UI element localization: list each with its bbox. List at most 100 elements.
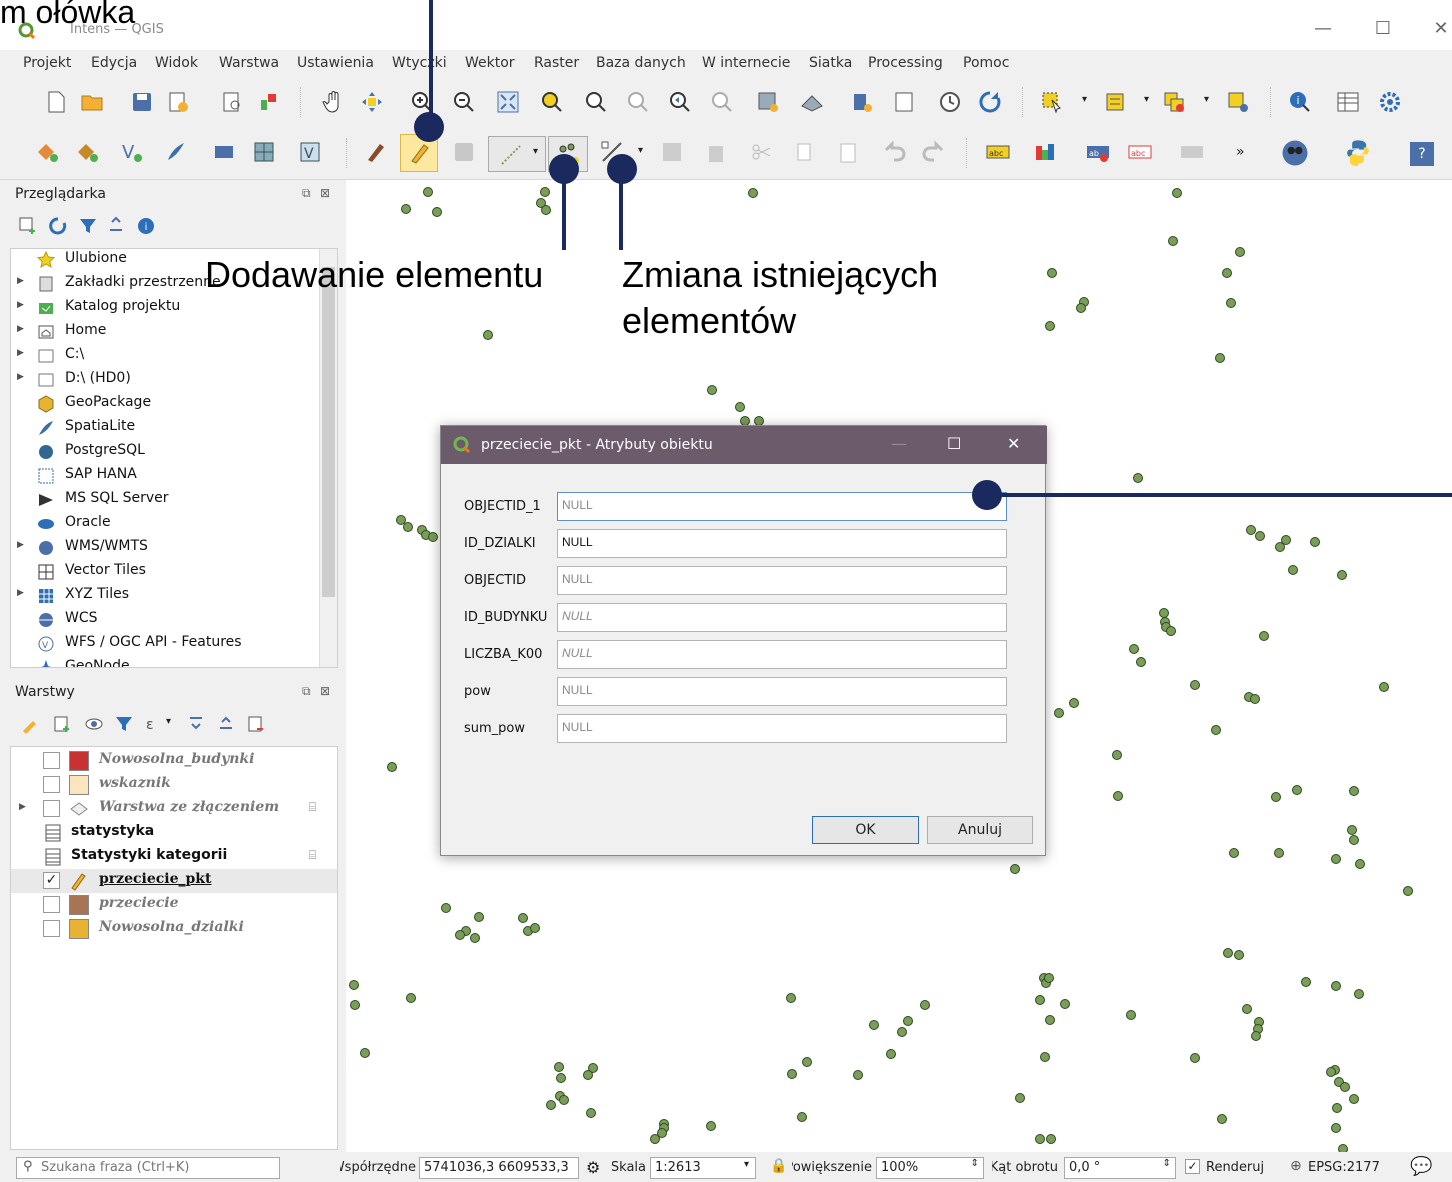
properties-info-icon[interactable]: i [136, 216, 156, 236]
save-project-icon[interactable] [130, 90, 154, 114]
rotation-spinbox[interactable]: 0,0 ° ⇕ [1064, 1157, 1176, 1179]
modify-attributes-icon[interactable] [660, 140, 684, 164]
browser-item[interactable]: GeoNode [11, 656, 319, 667]
help-icon[interactable]: ? [1410, 142, 1434, 166]
add-selected-layers-icon[interactable] [18, 216, 38, 236]
extents-toggle-icon[interactable]: ⚙ [586, 1158, 600, 1177]
menu-widok[interactable]: Widok [155, 55, 198, 71]
new-project-icon[interactable] [44, 90, 68, 114]
layer-item[interactable]: ▶ Warstwa ze złączeniem ⌸ [11, 797, 337, 821]
crs-globe-icon[interactable]: ⊕ [1290, 1158, 1302, 1174]
new-virtual-layer-icon[interactable]: V [298, 140, 322, 164]
select-location-icon[interactable] [1226, 90, 1250, 114]
diagram-icon[interactable] [1032, 140, 1056, 164]
layer-visibility-checkbox[interactable] [43, 920, 60, 937]
layer-item[interactable]: ✓ przeciecie_pkt [11, 869, 337, 893]
filter-expression-dropdown-icon[interactable]: ▾ [166, 716, 171, 727]
browser-item[interactable]: MS SQL Server [11, 488, 319, 512]
select-value-dropdown-icon[interactable]: ▾ [1144, 94, 1149, 105]
menu-raster[interactable]: Raster [534, 55, 579, 71]
maximize-button[interactable]: ☐ [1370, 18, 1396, 40]
filter-expression-icon[interactable]: ε [144, 714, 164, 734]
add-geopackage-layer-icon[interactable] [76, 140, 100, 164]
menu-siatka[interactable]: Siatka [809, 55, 852, 71]
refresh-icon[interactable] [978, 90, 1002, 114]
add-layer-icon[interactable] [36, 140, 60, 164]
panel-close-icon[interactable]: ⊠ [320, 186, 330, 200]
menu-processing[interactable]: Processing [868, 55, 943, 71]
embedded-layer-icon[interactable]: ⌸ [309, 848, 316, 863]
crs-label[interactable]: EPSG:2177 [1308, 1160, 1380, 1175]
vertex-dropdown-icon[interactable]: ▾ [638, 145, 643, 156]
attribute-field-input[interactable]: NULL [557, 566, 1007, 595]
select-features-icon[interactable] [1040, 90, 1064, 114]
layers-float-icon[interactable]: ⧉ [302, 684, 311, 699]
expand-all-icon[interactable] [186, 714, 206, 734]
browser-item[interactable]: PostgreSQL [11, 440, 319, 464]
remove-layer-icon[interactable] [246, 714, 266, 734]
layer-item[interactable]: wskaznik [11, 773, 337, 797]
browser-item[interactable]: ▶ Katalog projektu [11, 296, 319, 320]
menu-wektor[interactable]: Wektor [465, 55, 515, 71]
delete-selected-icon[interactable] [704, 140, 728, 164]
layers-close-icon[interactable]: ⊠ [320, 684, 330, 698]
zoom-last-icon[interactable] [668, 90, 692, 114]
browser-item[interactable]: SAP HANA [11, 464, 319, 488]
paste-features-icon[interactable] [836, 140, 860, 164]
pan-hand-icon[interactable] [322, 90, 346, 114]
label-toolbar-icon[interactable]: abc [986, 140, 1010, 164]
browser-item[interactable]: SpatiaLite [11, 416, 319, 440]
current-edits-icon[interactable] [364, 140, 388, 164]
zoom-next-icon[interactable] [710, 90, 734, 114]
zoom-native-icon[interactable] [626, 90, 650, 114]
locator-search-input[interactable]: ⚲ Szukana fraza (Ctrl+K) [16, 1157, 280, 1179]
attribute-field-input[interactable]: NULL [557, 529, 1007, 558]
expand-arrow-icon[interactable]: ▶ [17, 348, 24, 358]
attribute-field-input[interactable]: NULL [557, 603, 1007, 632]
python-console-icon[interactable] [1344, 138, 1372, 166]
layer-visibility-checkbox[interactable] [43, 752, 60, 769]
collapse-all-icon[interactable] [106, 216, 126, 236]
browser-item[interactable]: GeoPackage [11, 392, 319, 416]
browser-item[interactable]: ▶ XYZ Tiles [11, 584, 319, 608]
menu-edycja[interactable]: Edycja [91, 55, 137, 71]
browser-item[interactable]: Vector Tiles [11, 560, 319, 584]
new-3d-view-icon[interactable] [800, 90, 824, 114]
pan-to-selection-icon[interactable] [360, 90, 384, 114]
layer-visibility-checkbox[interactable] [43, 800, 60, 817]
digitize-dropdown-button[interactable]: ▾ [488, 136, 546, 172]
layer-visibility-checkbox[interactable]: ✓ [43, 872, 60, 889]
layout-manager-icon[interactable] [220, 90, 244, 114]
layer-visibility-checkbox[interactable] [43, 776, 60, 793]
manage-visibility-icon[interactable] [84, 714, 104, 734]
attribute-field-input[interactable]: NULL [557, 640, 1007, 669]
browser-item[interactable]: ▶ Home [11, 320, 319, 344]
browser-scrollbar[interactable] [319, 249, 337, 667]
coordinate-input[interactable]: 5741036,3 6609533,3 [419, 1157, 579, 1179]
layer-item[interactable]: Statystyki kategorii ⌸ [11, 845, 337, 869]
browser-item[interactable]: ▶ WMS/WMTS [11, 536, 319, 560]
highlight-label-icon[interactable]: ab [1086, 140, 1110, 164]
expand-arrow-icon[interactable]: ▶ [17, 540, 24, 550]
embedded-layer-icon[interactable]: ⌸ [309, 800, 316, 815]
expand-arrow-icon[interactable]: ▶ [17, 324, 24, 334]
add-delimited-text-icon[interactable]: V [120, 140, 144, 164]
menu-pomoc[interactable]: Pomoc [963, 55, 1009, 71]
zoom-full-icon[interactable] [496, 90, 520, 114]
attribute-table-icon[interactable] [1336, 90, 1360, 114]
menu-baza-danych[interactable]: Baza danych [596, 55, 686, 71]
browser-item[interactable]: ▶ D:\ (HD0) [11, 368, 319, 392]
layer-item[interactable]: statystyka [11, 821, 337, 845]
style-manager-icon[interactable] [258, 90, 282, 114]
render-checkbox[interactable]: ✓ [1185, 1159, 1200, 1174]
browser-item[interactable]: V WFS / OGC API - Features [11, 632, 319, 656]
zoom-to-layer-icon[interactable] [584, 90, 608, 114]
filter-browser-icon[interactable] [78, 216, 98, 236]
dialog-close-button[interactable]: ✕ [1007, 434, 1020, 453]
deselect-dropdown-icon[interactable]: ▾ [1204, 94, 1209, 105]
new-map-view-icon[interactable] [756, 90, 780, 114]
layer-item[interactable]: Nowosolna_budynki [11, 749, 337, 773]
browser-item[interactable]: ▶ C:\ [11, 344, 319, 368]
metasearch-globe-icon[interactable] [1280, 138, 1310, 168]
deselect-icon[interactable] [1162, 90, 1186, 114]
